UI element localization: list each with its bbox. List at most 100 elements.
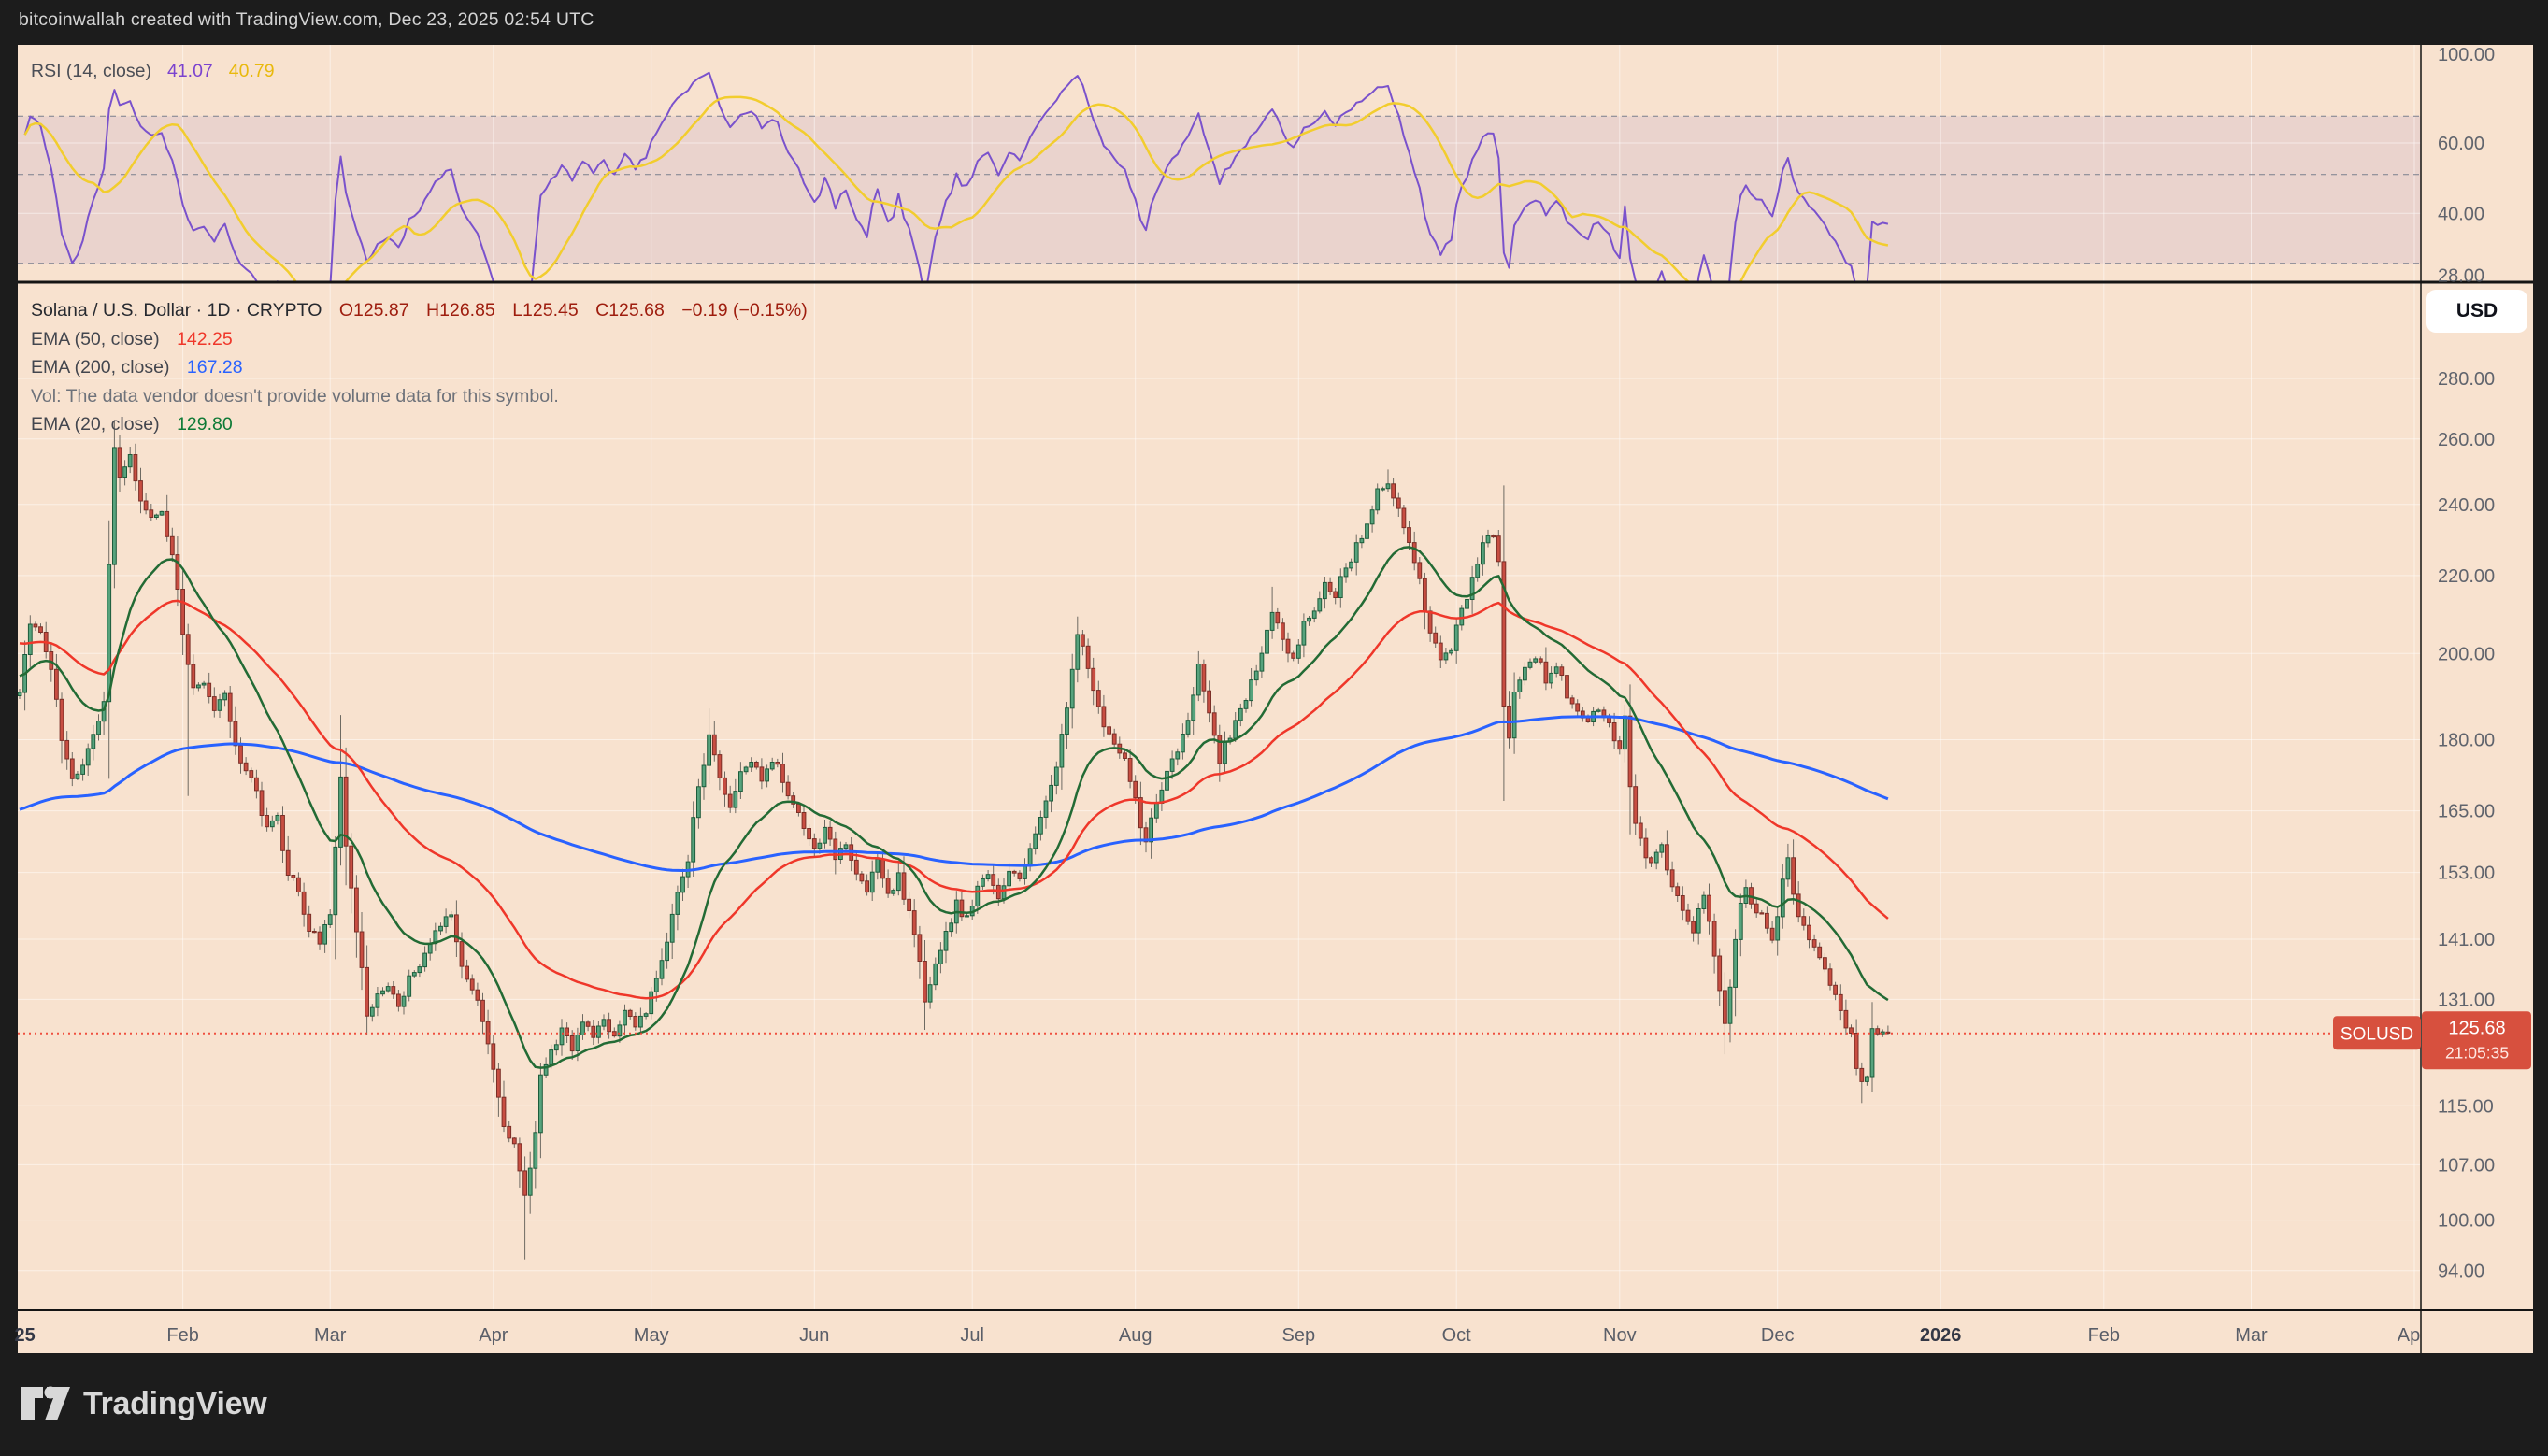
candle — [150, 510, 153, 518]
candle — [223, 693, 227, 700]
candle — [160, 511, 164, 515]
candle — [928, 985, 932, 1002]
candle — [1576, 704, 1580, 711]
candle — [1539, 659, 1542, 662]
candle — [834, 839, 837, 860]
chart-canvas[interactable]: 100.0060.0040.0028.00280.00260.00240.002… — [0, 0, 2548, 1456]
candle — [386, 987, 390, 992]
candle — [797, 804, 801, 812]
price-tag-symbol: SOLUSD — [2333, 1016, 2421, 1049]
footer-brand[interactable]: TradingView — [21, 1383, 266, 1424]
ohlc-high: H126.85 — [426, 300, 495, 321]
candle — [1244, 701, 1248, 709]
candle — [728, 794, 732, 807]
candle — [239, 746, 243, 764]
ohlc-open: O125.87 — [339, 300, 409, 321]
candle — [244, 763, 248, 770]
candle — [581, 1022, 585, 1035]
tradingview-chart-page: bitcoinwallah created with TradingView.c… — [0, 0, 2548, 1456]
candle — [634, 1017, 637, 1027]
svg-text:25: 25 — [14, 1325, 35, 1346]
candle — [1128, 759, 1132, 782]
candle — [1828, 969, 1832, 986]
candle — [750, 763, 753, 768]
candle — [754, 763, 758, 768]
candle — [1844, 1010, 1848, 1028]
candle — [1134, 781, 1138, 797]
candle — [402, 996, 406, 1006]
candle — [986, 875, 990, 879]
candle — [276, 816, 279, 821]
ema20-label: EMA (20, close) — [31, 414, 160, 435]
ema20-legend-row[interactable]: EMA (20, close) 129.80 — [31, 410, 808, 439]
candle — [155, 515, 159, 517]
symbol-legend-row[interactable]: Solana / U.S. Dollar · 1D · CRYPTO O125.… — [31, 296, 808, 325]
candle — [381, 991, 385, 994]
candle — [760, 767, 764, 781]
ema200-legend-row[interactable]: EMA (200, close) 167.28 — [31, 353, 808, 382]
candle — [1034, 834, 1038, 849]
price-axis[interactable] — [2421, 45, 2533, 1310]
candle — [1444, 653, 1448, 660]
candle — [1208, 691, 1211, 713]
svg-text:Jun: Jun — [799, 1325, 829, 1346]
candle — [565, 1028, 569, 1036]
candle — [370, 1007, 374, 1016]
candle — [350, 846, 353, 888]
candle — [1224, 742, 1227, 764]
candle — [1344, 568, 1348, 577]
candle — [1234, 721, 1238, 738]
candle — [886, 878, 890, 893]
candle — [113, 448, 117, 564]
candle — [934, 964, 938, 984]
candle — [318, 932, 322, 944]
candle — [312, 932, 316, 933]
candle — [1112, 734, 1116, 744]
candle — [681, 877, 685, 892]
candle — [428, 944, 432, 953]
ema50-legend-row[interactable]: EMA (50, close) 142.25 — [31, 325, 808, 354]
currency-usd-button[interactable]: USD — [2426, 290, 2527, 333]
candle — [1154, 803, 1158, 818]
candle — [554, 1045, 558, 1050]
svg-text:Dec: Dec — [1761, 1325, 1795, 1346]
candle — [1670, 870, 1674, 887]
candle — [55, 669, 59, 699]
candle — [623, 1010, 627, 1025]
rsi-legend[interactable]: RSI (14, close) 41.07 40.79 — [31, 61, 275, 82]
svg-text:28.00: 28.00 — [2438, 266, 2484, 287]
candle — [1834, 985, 1838, 994]
candle — [1566, 676, 1569, 698]
candle — [1692, 921, 1696, 933]
svg-text:Oct: Oct — [1442, 1325, 1472, 1346]
candle — [1392, 484, 1396, 498]
candle — [734, 792, 737, 808]
ohlc-close: C125.68 — [595, 300, 665, 321]
candle — [1570, 698, 1574, 704]
candle — [1696, 909, 1700, 934]
candle — [1854, 1034, 1858, 1069]
candle — [739, 772, 743, 792]
candle — [1876, 1029, 1880, 1035]
candle — [1796, 894, 1800, 917]
candle — [1350, 562, 1353, 568]
candle — [260, 791, 264, 816]
candle — [1096, 691, 1100, 707]
candle — [1408, 528, 1411, 543]
candle — [1786, 858, 1790, 879]
candle — [308, 914, 311, 931]
candle — [708, 735, 711, 765]
candle — [534, 1133, 537, 1168]
time-axis[interactable] — [18, 1310, 2421, 1353]
candle — [576, 1035, 580, 1051]
candle — [1376, 489, 1380, 510]
candle — [1560, 667, 1564, 676]
volume-notice-row[interactable]: Vol: The data vendor doesn't provide vol… — [31, 382, 808, 411]
candle — [208, 683, 211, 696]
candle — [18, 692, 21, 696]
candle — [808, 829, 811, 839]
candle — [1076, 635, 1080, 669]
candle — [1318, 599, 1322, 611]
svg-text:Jul: Jul — [960, 1325, 984, 1346]
candle — [1686, 910, 1690, 921]
